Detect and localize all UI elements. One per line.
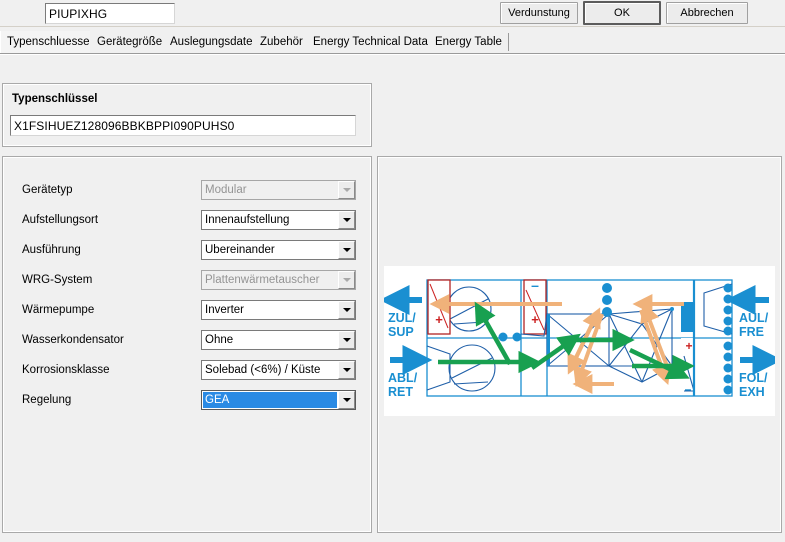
form-row-geraetetyp: Gerätetyp Modular bbox=[4, 178, 372, 208]
tab-energy-table[interactable]: Energy Table bbox=[428, 31, 509, 53]
svg-text:+: + bbox=[685, 339, 692, 353]
chevron-down-icon[interactable] bbox=[338, 361, 355, 379]
combo-aufstellungsort-value: Innenaufstellung bbox=[205, 214, 290, 226]
combo-regelung[interactable]: GEA bbox=[201, 390, 356, 410]
form-row-ausfuehrung: Ausführung Übereinander bbox=[4, 238, 372, 268]
cancel-button[interactable]: Abbrechen bbox=[666, 2, 748, 24]
cancel-button-label: Abbrechen bbox=[680, 7, 734, 19]
combo-wasserkondensator[interactable]: Ohne bbox=[201, 330, 356, 350]
tab-zubehoer[interactable]: Zubehör bbox=[253, 31, 310, 53]
form-row-aufstellungsort: Aufstellungsort Innenaufstellung bbox=[4, 208, 372, 238]
label-wrg-system: WRG-System bbox=[22, 274, 93, 286]
form-row-waermepumpe: Wärmepumpe Inverter bbox=[4, 298, 372, 328]
air-handling-unit-schematic: + – + + – ZUL/ SUP ABL/ RET AUL/ FRE FOL… bbox=[384, 266, 775, 416]
label-waermepumpe: Wärmepumpe bbox=[22, 304, 95, 316]
form-row-korrosionsklasse: Korrosionsklasse Solebad (<6%) / Küste bbox=[4, 358, 372, 388]
combo-waermepumpe-value: Inverter bbox=[205, 304, 244, 316]
chevron-down-icon[interactable] bbox=[338, 301, 355, 319]
ok-button[interactable]: OK bbox=[583, 1, 661, 25]
label-supply-top: ZUL/ bbox=[388, 311, 416, 325]
combo-wrg-system-value: Plattenwärmetauscher bbox=[205, 274, 320, 286]
typenschluessel-code-input[interactable]: X1FSIHUEZ128096BBKBPPI090PUHS0 bbox=[10, 115, 356, 136]
form-row-wrg-system: WRG-System Plattenwärmetauscher bbox=[4, 268, 372, 298]
chevron-down-icon[interactable] bbox=[338, 391, 355, 409]
label-geraetetyp: Gerätetyp bbox=[22, 184, 73, 196]
label-exhaust-top: FOL/ bbox=[739, 371, 768, 385]
chevron-down-icon[interactable] bbox=[338, 271, 355, 289]
tab-label: Typenschluessel bbox=[7, 36, 93, 48]
combo-korrosionsklasse-value: Solebad (<6%) / Küste bbox=[205, 364, 321, 376]
label-supply-bottom: SUP bbox=[388, 325, 414, 339]
tab-strip-divider-highlight bbox=[0, 54, 785, 55]
right-code-input[interactable]: PIUPIXHG bbox=[45, 3, 175, 24]
typenschluessel-title: Typenschlüssel bbox=[12, 93, 98, 105]
svg-text:–: – bbox=[685, 382, 692, 396]
tab-auslegungsdaten[interactable]: Auslegungsdaten bbox=[163, 31, 266, 53]
label-wasserkondensator: Wasserkondensator bbox=[22, 334, 124, 346]
combo-geraetetyp[interactable]: Modular bbox=[201, 180, 356, 200]
label-regelung: Regelung bbox=[22, 394, 72, 406]
ok-button-label: OK bbox=[614, 7, 630, 19]
tab-label: Energy Table bbox=[435, 36, 502, 48]
combo-geraetetyp-value: Modular bbox=[205, 184, 247, 196]
tab-strip: Typenschluessel Gerätegröße Auslegungsda… bbox=[0, 31, 785, 53]
combo-wasserkondensator-value: Ohne bbox=[205, 334, 234, 346]
svg-text:–: – bbox=[531, 277, 539, 293]
tab-geraetegroesse[interactable]: Gerätegröße bbox=[90, 31, 170, 53]
label-return-top: ABL/ bbox=[388, 371, 418, 385]
label-korrosionsklasse: Korrosionsklasse bbox=[22, 364, 110, 376]
tab-energy-technical-data[interactable]: Energy Technical Data bbox=[306, 31, 435, 53]
label-outdoor-bottom: FRE bbox=[739, 325, 764, 339]
tab-label: Auslegungsdaten bbox=[170, 36, 259, 48]
combo-wrg-system[interactable]: Plattenwärmetauscher bbox=[201, 270, 356, 290]
tab-typenschluessel[interactable]: Typenschluessel bbox=[0, 31, 100, 53]
combo-ausfuehrung[interactable]: Übereinander bbox=[201, 240, 356, 260]
form-row-regelung: Regelung GEA bbox=[4, 388, 372, 418]
typenschluessel-group: Typenschlüssel X1FSIHUEZ128096BBKBPPI090… bbox=[2, 83, 372, 147]
verdunstung-button-label: Verdunstung bbox=[508, 7, 570, 19]
configuration-form-group: Gerätetyp Modular Aufstellungsort Innena… bbox=[2, 156, 372, 533]
combo-regelung-value: GEA bbox=[203, 392, 337, 408]
tab-label: Zubehör bbox=[260, 36, 303, 48]
dialog-window: Verdunstung OK Abbrechen Typenschluessel… bbox=[0, 0, 785, 542]
label-exhaust-bottom: EXH bbox=[739, 385, 765, 399]
combo-waermepumpe[interactable]: Inverter bbox=[201, 300, 356, 320]
tab-label: Gerätegröße bbox=[97, 36, 163, 48]
tab-label: Energy Technical Data bbox=[313, 36, 428, 48]
chevron-down-icon[interactable] bbox=[338, 211, 355, 229]
label-ausfuehrung: Ausführung bbox=[22, 244, 81, 256]
schematic-diagram-group: + – + + – ZUL/ SUP ABL/ RET AUL/ FRE FOL… bbox=[377, 156, 782, 533]
chevron-down-icon[interactable] bbox=[338, 181, 355, 199]
svg-text:+: + bbox=[531, 312, 539, 327]
combo-ausfuehrung-value: Übereinander bbox=[205, 244, 275, 256]
label-outdoor-top: AUL/ bbox=[739, 311, 769, 325]
label-aufstellungsort: Aufstellungsort bbox=[22, 214, 99, 226]
combo-korrosionsklasse[interactable]: Solebad (<6%) / Küste bbox=[201, 360, 356, 380]
form-row-wasserkondensator: Wasserkondensator Ohne bbox=[4, 328, 372, 358]
svg-text:+: + bbox=[435, 312, 443, 327]
verdunstung-button[interactable]: Verdunstung bbox=[500, 2, 578, 24]
combo-aufstellungsort[interactable]: Innenaufstellung bbox=[201, 210, 356, 230]
chevron-down-icon[interactable] bbox=[338, 241, 355, 259]
chevron-down-icon[interactable] bbox=[338, 331, 355, 349]
label-return-bottom: RET bbox=[388, 385, 413, 399]
